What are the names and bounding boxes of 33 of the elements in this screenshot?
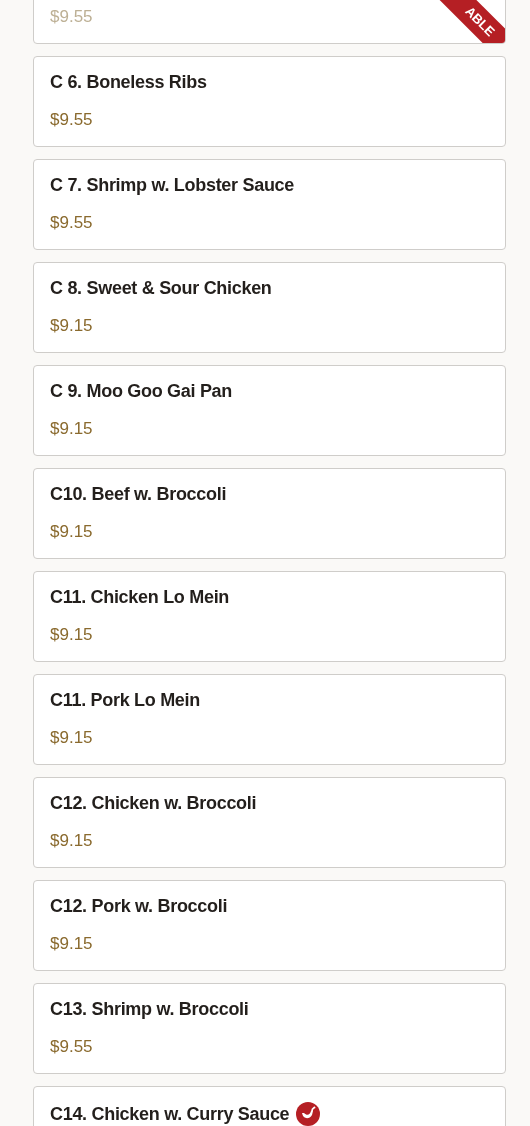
- item-price: $9.15: [50, 934, 93, 954]
- item-name: C12. Pork w. Broccoli: [50, 896, 228, 917]
- item-name: C12. Chicken w. Broccoli: [50, 793, 257, 814]
- item-name: C 7. Shrimp w. Lobster Sauce: [50, 175, 294, 196]
- menu-item-card[interactable]: C13. Shrimp w. Broccoli $9.55: [33, 983, 506, 1074]
- item-price: $9.15: [50, 728, 93, 748]
- item-price: $9.15: [50, 419, 93, 439]
- item-price: $9.55: [50, 213, 93, 233]
- item-name: C14. Chicken w. Curry Sauce: [50, 1103, 290, 1125]
- menu-item-card[interactable]: C 8. Sweet & Sour Chicken $9.15: [33, 262, 506, 353]
- item-price: $9.55: [50, 1037, 93, 1057]
- item-price: $9.15: [50, 316, 93, 336]
- item-price: $9.15: [50, 625, 93, 645]
- item-name: C13. Shrimp w. Broccoli: [50, 999, 249, 1020]
- item-name: C 9. Moo Goo Gai Pan: [50, 381, 233, 402]
- item-name: C10. Beef w. Broccoli: [50, 484, 227, 505]
- menu-item-card[interactable]: C 6. Boneless Ribs $9.55: [33, 56, 506, 147]
- item-price: $9.55: [50, 7, 93, 27]
- menu-item-card[interactable]: C 9. Moo Goo Gai Pan $9.15: [33, 365, 506, 456]
- item-name: C 6. Boneless Ribs: [50, 72, 207, 93]
- menu-item-card[interactable]: C 7. Shrimp w. Lobster Sauce $9.55: [33, 159, 506, 250]
- item-name: C11. Chicken Lo Mein: [50, 587, 230, 608]
- menu-item-card[interactable]: C12. Chicken w. Broccoli $9.15: [33, 777, 506, 868]
- menu-item-card[interactable]: C10. Beef w. Broccoli $9.15: [33, 468, 506, 559]
- item-price: $9.15: [50, 522, 93, 542]
- menu-item-card[interactable]: C12. Pork w. Broccoli $9.15: [33, 880, 506, 971]
- item-name: C11. Pork Lo Mein: [50, 690, 200, 711]
- menu-item-card[interactable]: C11. Chicken Lo Mein $9.15: [33, 571, 506, 662]
- item-price: $9.15: [50, 831, 93, 851]
- menu-item-card[interactable]: C11. Pork Lo Mein $9.15: [33, 674, 506, 765]
- item-price: $9.55: [50, 110, 93, 130]
- item-name: C 8. Sweet & Sour Chicken: [50, 278, 272, 299]
- menu-item-card[interactable]: C14. Chicken w. Curry Sauce: [33, 1086, 506, 1126]
